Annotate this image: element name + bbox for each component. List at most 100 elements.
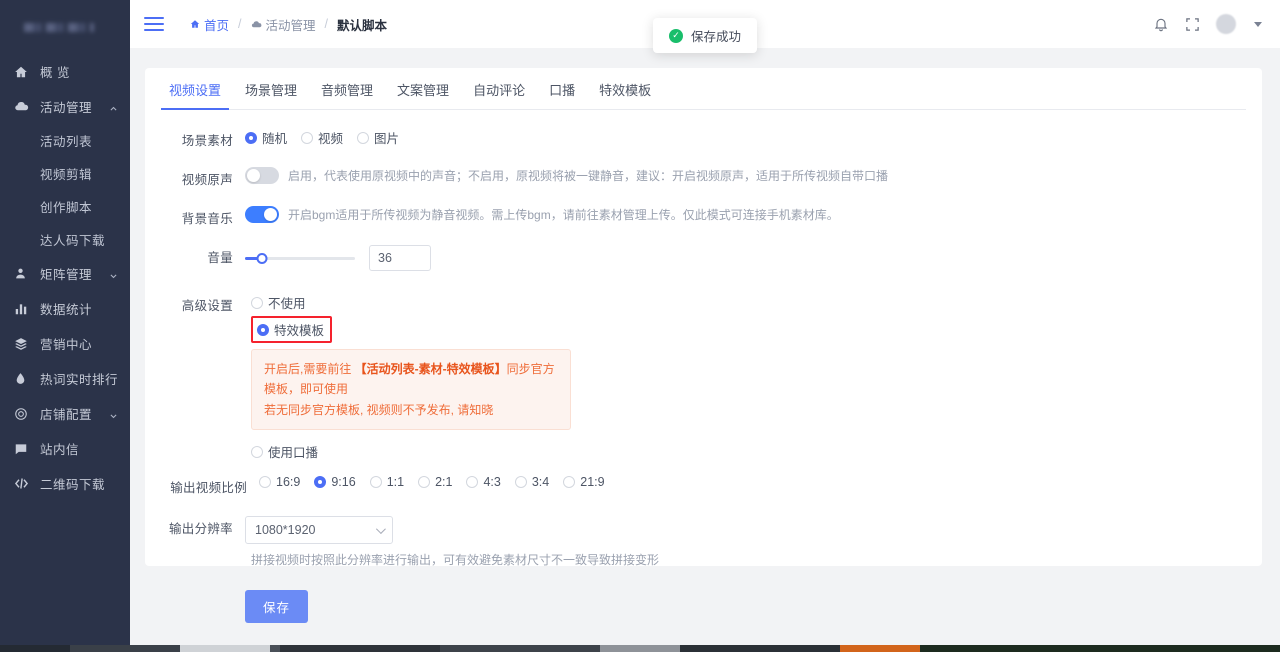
radio-dot xyxy=(251,297,263,309)
radio-label: 2:1 xyxy=(435,475,452,489)
taskbar-segment xyxy=(0,645,70,652)
radio-ratio-9-16[interactable]: 9:16 xyxy=(314,475,355,489)
radio-scene-video[interactable]: 视频 xyxy=(301,128,343,147)
avatar[interactable] xyxy=(1216,14,1236,34)
sidebar-label: 矩阵管理 xyxy=(40,264,92,283)
scene-material-radio-group: 随机 视频 图片 xyxy=(245,128,413,147)
sidebar-item-activity-list[interactable]: 活动列表 xyxy=(0,124,130,157)
field-label: 高级设置 xyxy=(161,293,233,314)
volume-input[interactable] xyxy=(369,245,431,271)
sidebar-item-video-editing[interactable]: 视频剪辑 xyxy=(0,157,130,190)
actions-body: 保存 xyxy=(245,590,308,623)
radio-advanced-use-voiceover[interactable]: 使用口播 xyxy=(251,442,557,461)
field-label: 视频原声 xyxy=(161,167,233,188)
radio-ratio-4-3[interactable]: 4:3 xyxy=(466,475,500,489)
field-label: 音量 xyxy=(161,245,233,266)
breadcrumb-item-activity-management[interactable]: 活动管理 xyxy=(251,15,316,34)
home-icon xyxy=(190,19,200,29)
slider-handle[interactable] xyxy=(256,253,267,264)
sidebar-sub-label: 视频剪辑 xyxy=(40,164,92,183)
breadcrumb-label: 活动管理 xyxy=(266,15,316,34)
tab-label: 视频设置 xyxy=(169,83,221,98)
tab-video-settings[interactable]: 视频设置 xyxy=(161,80,229,109)
sidebar-item-marketing-center[interactable]: 营销中心 xyxy=(0,326,130,361)
radio-label: 视频 xyxy=(318,128,343,147)
radio-advanced-effect-template[interactable]: 特效模板 xyxy=(257,320,324,339)
toggle-original-audio[interactable] xyxy=(245,167,279,184)
breadcrumb-label: 默认脚本 xyxy=(337,15,387,34)
radio-ratio-1-1[interactable]: 1:1 xyxy=(370,475,404,489)
taskbar-segment xyxy=(70,645,180,652)
resolution-select[interactable]: 1080*1920 xyxy=(245,516,393,544)
sidebar-item-qrcode-download[interactable]: 二维码下载 xyxy=(0,466,130,501)
radio-dot xyxy=(245,132,257,144)
field-label: 场景素材 xyxy=(161,128,233,149)
resolution-body: 1080*1920 拼接视频时按照此分辨率进行输出，可有效避免素材尺寸不一致导致… xyxy=(245,516,659,568)
sidebar-label: 热词实时排行 xyxy=(40,369,118,388)
fullscreen-icon[interactable] xyxy=(1185,17,1200,32)
sidebar-item-overview[interactable]: 概 览 xyxy=(0,54,130,89)
breadcrumb-label: 首页 xyxy=(204,15,229,34)
field-label: 输出视频比例 xyxy=(161,475,247,496)
sidebar-item-inbox[interactable]: 站内信 xyxy=(0,431,130,466)
logo[interactable] xyxy=(0,0,130,48)
highlight-annotation-effect-template: 特效模板 xyxy=(251,316,332,343)
layers-icon xyxy=(14,336,32,352)
sidebar-item-talent-code-download[interactable]: 达人码下载 xyxy=(0,223,130,256)
form-row-actions: 保存 xyxy=(161,590,1246,623)
sidebar-item-shop-config[interactable]: 店铺配置 xyxy=(0,396,130,431)
resolution-value: 1080*1920 xyxy=(255,523,315,537)
radio-dot xyxy=(357,132,369,144)
sidebar-item-matrix-management[interactable]: 矩阵管理 xyxy=(0,256,130,291)
form-row-volume: 音量 xyxy=(161,245,1246,271)
radio-ratio-16-9[interactable]: 16:9 xyxy=(259,475,300,489)
taskbar-segment xyxy=(270,645,280,652)
tab-label: 场景管理 xyxy=(245,83,297,98)
sidebar-item-activity-management[interactable]: 活动管理 xyxy=(0,89,130,124)
taskbar-segment xyxy=(180,645,270,652)
radio-label: 不使用 xyxy=(268,293,306,312)
form-row-advanced-settings: 高级设置 不使用 特效模板 xyxy=(161,293,1246,461)
radio-scene-image[interactable]: 图片 xyxy=(357,128,399,147)
app-root: 概 览 活动管理 活动列表 视频剪辑 创作脚本 达人码下载 xyxy=(0,0,1280,652)
radio-advanced-none[interactable]: 不使用 xyxy=(251,293,557,312)
radio-dot xyxy=(301,132,313,144)
bell-icon[interactable] xyxy=(1153,16,1169,32)
taskbar-segment xyxy=(600,645,680,652)
radio-dot xyxy=(314,476,326,488)
chevron-down-icon xyxy=(109,409,118,418)
advanced-options: 不使用 特效模板 开启后,需要前往 【活动列表-素材-特效模板】 xyxy=(245,293,571,461)
radio-dot xyxy=(466,476,478,488)
tab-copy-management[interactable]: 文案管理 xyxy=(389,80,457,109)
radio-ratio-21-9[interactable]: 21:9 xyxy=(563,475,604,489)
spacer xyxy=(161,590,233,592)
tab-effect-template[interactable]: 特效模板 xyxy=(591,80,659,109)
breadcrumb: 首页 / 活动管理 / 默认脚本 xyxy=(190,15,387,34)
tab-voiceover[interactable]: 口播 xyxy=(541,80,583,109)
chevron-down-icon[interactable] xyxy=(1254,22,1262,27)
user-icon xyxy=(14,266,32,282)
hamburger-icon[interactable] xyxy=(144,17,164,31)
breadcrumb-item-home[interactable]: 首页 xyxy=(190,15,229,34)
sidebar-item-create-script[interactable]: 创作脚本 xyxy=(0,190,130,223)
radio-label: 9:16 xyxy=(331,475,355,489)
tab-scene-management[interactable]: 场景管理 xyxy=(237,80,305,109)
field-label: 背景音乐 xyxy=(161,206,233,227)
radio-ratio-3-4[interactable]: 3:4 xyxy=(515,475,549,489)
radio-scene-random[interactable]: 随机 xyxy=(245,128,287,147)
toggle-bgm[interactable] xyxy=(245,206,279,223)
settings-card: 视频设置 场景管理 音频管理 文案管理 自动评论 口播 特效模板 场景素材 xyxy=(145,68,1262,566)
tab-auto-comment[interactable]: 自动评论 xyxy=(465,80,533,109)
sidebar-item-data-statistics[interactable]: 数据统计 xyxy=(0,291,130,326)
radio-ratio-2-1[interactable]: 2:1 xyxy=(418,475,452,489)
radio-dot xyxy=(257,324,269,336)
radio-dot xyxy=(563,476,575,488)
tab-label: 文案管理 xyxy=(397,83,449,98)
sidebar-item-hot-words-ranking[interactable]: 热词实时排行 xyxy=(0,361,130,396)
message-icon xyxy=(14,441,32,457)
volume-slider[interactable] xyxy=(245,250,355,266)
save-button[interactable]: 保存 xyxy=(245,590,308,623)
check-circle-icon: ✓ xyxy=(669,29,683,43)
breadcrumb-separator: / xyxy=(238,17,241,31)
tab-audio-management[interactable]: 音频管理 xyxy=(313,80,381,109)
